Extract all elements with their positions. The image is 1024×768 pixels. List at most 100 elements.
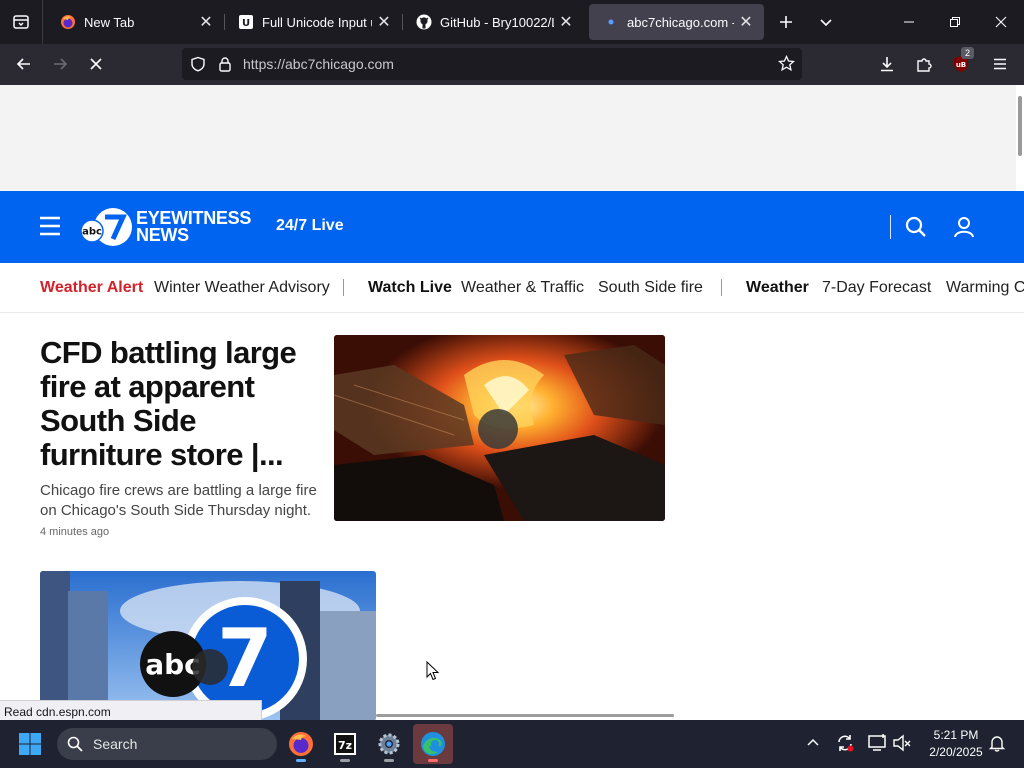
- bell-icon: [988, 736, 1006, 752]
- puzzle-icon: [917, 58, 932, 72]
- stop-loading-icon: [90, 58, 102, 70]
- lead-story-headline[interactable]: CFD battling large fire at apparent Sout…: [40, 336, 320, 472]
- display-tray-button[interactable]: [866, 732, 888, 754]
- close-window-button[interactable]: [978, 0, 1024, 44]
- address-bar[interactable]: https://abc7chicago.com: [182, 48, 802, 80]
- sync-tray-button[interactable]: [834, 732, 856, 754]
- svg-text:U: U: [242, 18, 250, 29]
- taskbar-edge[interactable]: [413, 724, 453, 764]
- vertical-scrollbar[interactable]: [1018, 96, 1022, 156]
- 7zip-icon: 7z: [334, 733, 356, 755]
- stop-button[interactable]: [80, 48, 112, 80]
- site-menu-button[interactable]: [38, 215, 62, 237]
- plus-icon: [780, 16, 792, 28]
- taskbar-settings[interactable]: [369, 724, 409, 764]
- search-icon: [905, 216, 926, 237]
- download-icon: [881, 57, 893, 72]
- hamburger-menu-icon: [40, 216, 60, 236]
- tab-title: New Tab: [84, 14, 135, 30]
- trending-divider: [721, 279, 722, 296]
- warming-centers-link[interactable]: Warming Ce: [946, 279, 1024, 297]
- running-indicator: [384, 759, 394, 762]
- monitor-icon: [868, 734, 886, 751]
- close-tab-icon[interactable]: ✕: [734, 10, 758, 34]
- unicode-icon: U: [238, 14, 254, 30]
- lock-icon[interactable]: [218, 56, 232, 77]
- taskbar-7zip[interactable]: 7z: [325, 724, 365, 764]
- edge-icon: [421, 732, 445, 756]
- lead-story-timestamp: 4 minutes ago: [40, 526, 110, 538]
- firefox-icon: [289, 732, 313, 756]
- mouse-cursor-icon: [426, 660, 440, 681]
- clock-date: 2/20/2025: [929, 745, 983, 759]
- downloads-button[interactable]: [871, 48, 903, 80]
- arrow-left-icon: [16, 58, 30, 70]
- abc7-eyewitness-news-logo[interactable]: abc EYEWITNESS NEWS: [80, 205, 260, 249]
- hamburger-menu-icon: [994, 58, 1006, 70]
- list-all-tabs-button[interactable]: [810, 6, 842, 38]
- taskbar-search-box[interactable]: Search: [57, 728, 277, 760]
- bookmark-star-icon[interactable]: [777, 54, 796, 77]
- running-indicator: [296, 759, 306, 762]
- loading-dot-icon: [603, 14, 619, 30]
- speaker-muted-icon: [893, 734, 911, 752]
- restore-button[interactable]: [932, 0, 978, 44]
- second-story-image[interactable]: 7 abc: [40, 571, 376, 721]
- header-divider: [890, 215, 891, 239]
- weather-alert-label[interactable]: Weather Alert: [40, 279, 143, 297]
- clock-time: 5:21 PM: [933, 728, 979, 742]
- new-tab-button[interactable]: [770, 6, 802, 38]
- extensions-button[interactable]: [908, 48, 940, 80]
- tab-github[interactable]: GitHub - Bry10022/Lenovo ✕: [402, 4, 584, 40]
- start-button[interactable]: [14, 728, 46, 760]
- svg-text:uB: uB: [956, 61, 966, 69]
- site-header: abc EYEWITNESS NEWS 24/7 Live: [0, 191, 1024, 263]
- weather-label[interactable]: Weather: [746, 279, 809, 297]
- trending-divider: [343, 279, 344, 296]
- back-button[interactable]: [8, 48, 40, 80]
- live-247-link[interactable]: 24/7 Live: [276, 217, 344, 235]
- close-icon: [995, 16, 1007, 28]
- watch-live-label[interactable]: Watch Live: [368, 279, 452, 297]
- close-tab-icon[interactable]: ✕: [194, 10, 218, 34]
- weather-traffic-link[interactable]: Weather & Traffic: [461, 279, 584, 297]
- close-tab-icon[interactable]: ✕: [372, 10, 396, 34]
- south-side-fire-link[interactable]: South Side fire: [598, 279, 703, 297]
- navigation-toolbar: https://abc7chicago.com uB 2: [0, 44, 1024, 85]
- notifications-button[interactable]: [986, 732, 1008, 754]
- tab-title: Full Unicode Input utility: [262, 14, 372, 30]
- firefox-icon: [60, 14, 76, 30]
- minimize-button[interactable]: [886, 0, 932, 44]
- site-search-button[interactable]: [904, 215, 928, 239]
- logo-text-news: NEWS: [136, 225, 189, 245]
- lead-story-image[interactable]: [334, 335, 665, 521]
- url-text: https://abc7chicago.com: [243, 56, 394, 72]
- app-menu-button[interactable]: [984, 48, 1016, 80]
- ad-placeholder: [0, 85, 1016, 191]
- arrow-right-icon: [54, 58, 68, 70]
- tab-new-tab[interactable]: New Tab ✕: [46, 4, 224, 40]
- abc7-logo-mark: abc: [80, 208, 132, 246]
- taskbar-firefox[interactable]: [281, 724, 321, 764]
- winter-weather-advisory-link[interactable]: Winter Weather Advisory: [154, 279, 330, 297]
- tab-abc7chicago[interactable]: abc7chicago.com - ABC7 ✕: [589, 4, 764, 40]
- tracking-protection-shield-icon[interactable]: [190, 56, 206, 77]
- volume-tray-button[interactable]: [891, 732, 913, 754]
- tab-strip: New Tab ✕ U Full Unicode Input utility ✕…: [0, 0, 1024, 44]
- account-button[interactable]: [952, 215, 976, 239]
- tab-title: GitHub - Bry10022/Lenovo: [440, 14, 554, 30]
- logo-abc-text: abc: [82, 227, 102, 238]
- chevron-up-icon: [807, 738, 819, 746]
- tab-list-button[interactable]: [0, 0, 42, 44]
- restore-icon: [950, 17, 960, 27]
- close-tab-icon[interactable]: ✕: [554, 10, 578, 34]
- minimize-icon: [904, 21, 914, 23]
- show-hidden-icons-button[interactable]: [802, 732, 824, 754]
- ublock-extension-button[interactable]: uB 2: [945, 47, 977, 80]
- tab-unicode-input[interactable]: U Full Unicode Input utility ✕: [224, 4, 402, 40]
- trending-bar: Weather Alert Winter Weather Advisory Wa…: [0, 263, 1024, 313]
- forward-button[interactable]: [44, 48, 76, 80]
- lead-story-summary: Chicago fire crews are battling a large …: [40, 482, 317, 519]
- seven-day-forecast-link[interactable]: 7-Day Forecast: [822, 279, 931, 297]
- horizontal-scrollbar[interactable]: [376, 714, 674, 717]
